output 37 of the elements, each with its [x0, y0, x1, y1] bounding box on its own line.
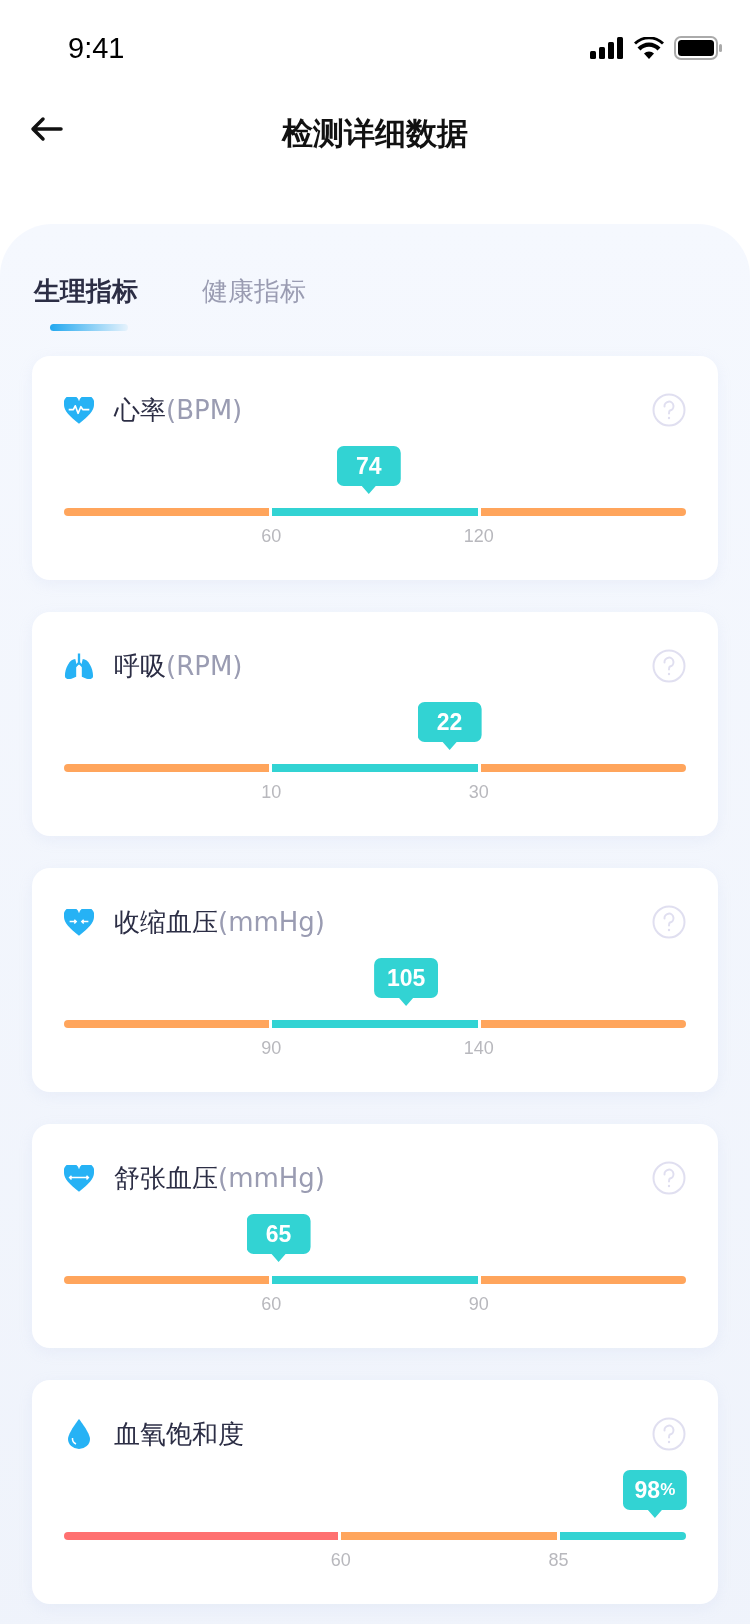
status-time: 9:41: [68, 31, 125, 65]
tick-label: 140: [463, 1038, 494, 1059]
wifi-icon: [634, 37, 664, 59]
value-bubble: 22: [417, 702, 482, 750]
help-icon[interactable]: [652, 1161, 686, 1195]
heart-arrows-icon: [64, 908, 94, 936]
heart-pulse-icon: [64, 396, 94, 424]
help-icon[interactable]: [652, 649, 686, 683]
tick-label: 60: [330, 1550, 351, 1571]
water-drop-icon: [68, 1419, 90, 1449]
tick-label: 90: [261, 1038, 282, 1059]
help-icon[interactable]: [652, 393, 686, 427]
help-icon[interactable]: [652, 1417, 686, 1451]
tick-label: 30: [468, 782, 489, 803]
heart-arrows-icon: [64, 1164, 94, 1192]
back-button[interactable]: [30, 116, 64, 142]
page-title: 检测详细数据: [282, 114, 468, 153]
signal-icon: [590, 37, 624, 59]
metric-title: 呼吸(RPM): [114, 649, 244, 683]
metric-title: 收缩血压(mmHg): [114, 905, 326, 939]
metric-title: 血氧饱和度: [114, 1417, 245, 1451]
tick-label: 90: [468, 1294, 489, 1315]
metric-title: 心率(BPM): [114, 393, 244, 427]
value-bubble: 74: [336, 446, 401, 494]
value-bubble: 98%: [622, 1470, 687, 1518]
value-bubble: 105: [374, 958, 439, 1006]
help-icon[interactable]: [652, 905, 686, 939]
lungs-icon: [64, 652, 94, 680]
tick-label: 85: [548, 1550, 569, 1571]
metric-title: 舒张血压(mmHg): [114, 1161, 326, 1195]
tick-label: 120: [463, 526, 494, 547]
battery-icon: [674, 36, 722, 60]
tick-label: 60: [261, 1294, 282, 1315]
tick-label: 10: [261, 782, 282, 803]
tab[interactable]: 生理指标: [34, 274, 138, 331]
value-bubble: 65: [246, 1214, 311, 1262]
tick-label: 60: [261, 526, 282, 547]
